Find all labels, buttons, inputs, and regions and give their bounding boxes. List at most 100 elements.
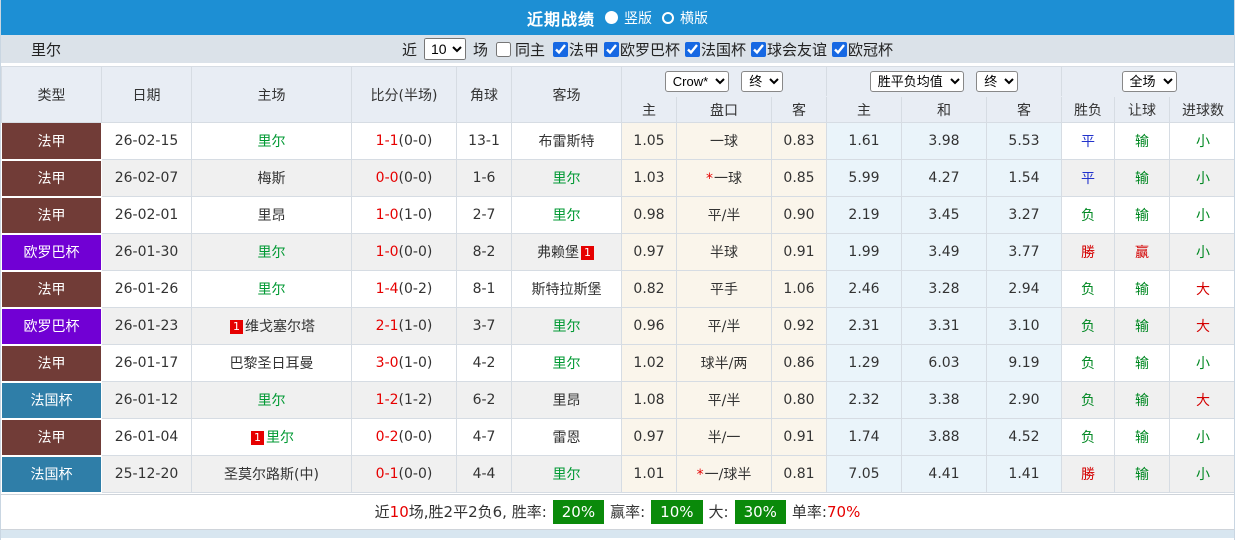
score-cell: 0-1(0-0)	[351, 455, 457, 493]
away-team-cell: 里尔	[511, 196, 622, 234]
home-team-cell: 里尔	[191, 270, 352, 308]
team-name: 里尔	[31, 40, 62, 59]
team-name-text: 圣莫尔路斯(中)	[224, 467, 319, 483]
radio-unselected-icon[interactable]	[662, 11, 674, 24]
avg-away-cell: 2.94	[986, 270, 1062, 308]
avg-away-cell: 3.27	[986, 196, 1062, 234]
league-checkbox-0[interactable]	[552, 41, 568, 57]
avg-draw-cell: 3.45	[901, 196, 987, 234]
avg-away-cell: 3.10	[986, 307, 1062, 345]
table-row: 法甲 26-02-01 里昂 1-0(1-0) 2-7 里尔 0.98 平/半 …	[1, 196, 1234, 235]
corner-cell: 4-7	[456, 418, 512, 456]
corner-cell: 4-2	[456, 344, 512, 382]
results-table: 类型 日期 主场 比分(半场) 角球 客场 Crow* 终 胜平负均值 终 全场	[1, 66, 1234, 494]
odds-time-select[interactable]: 终	[741, 71, 784, 92]
odds-away-cell: 0.81	[771, 455, 827, 493]
away-team-cell: 里尔	[511, 307, 622, 345]
league-type-cell: 法甲	[1, 122, 102, 161]
odds-away-cell: 0.80	[771, 381, 827, 419]
date-cell: 26-01-26	[101, 270, 192, 308]
league-checkbox-4[interactable]	[832, 41, 848, 57]
col-header-avg-away: 客	[986, 96, 1062, 123]
handicap-result-cell: 输	[1114, 418, 1170, 456]
radio-selected-icon[interactable]	[605, 11, 618, 24]
league-checkbox-label: 法国杯	[701, 40, 747, 59]
date-cell: 26-01-04	[101, 418, 192, 456]
summary-prefix: 近	[374, 503, 390, 521]
avg-draw-cell: 3.28	[901, 270, 987, 308]
odds-away-cell: 0.90	[771, 196, 827, 234]
result-cell: 负	[1061, 381, 1115, 419]
result-cell: 负	[1061, 270, 1115, 308]
date-cell: 26-01-23	[101, 307, 192, 345]
result-cell: 负	[1061, 344, 1115, 382]
radio-horizontal-label: 横版	[680, 10, 708, 27]
team-name-text: 梅斯	[257, 171, 286, 187]
handicap-cell: *一球	[676, 159, 772, 197]
odds-away-cell: 0.91	[771, 233, 827, 271]
league-checkbox-label: 欧罗巴杯	[620, 40, 681, 59]
matches-label: 场	[472, 40, 488, 59]
team-name-text: 弗赖堡	[537, 245, 579, 261]
recent-count-select[interactable]: 10	[423, 38, 466, 60]
avg-draw-cell: 4.41	[901, 455, 987, 493]
rank-badge: 1	[251, 431, 264, 445]
score-cell: 3-0(1-0)	[351, 344, 457, 382]
avg-odds-select[interactable]: 胜平负均值	[869, 71, 964, 92]
league-checkbox-label: 欧冠杯	[848, 40, 894, 59]
goals-cell: 小	[1168, 418, 1234, 456]
team-name-text: 里昂	[552, 393, 581, 409]
home-team-cell: 梅斯	[191, 159, 352, 197]
table-row: 法甲 26-01-04 1 里尔 0-2(0-0) 4-7 雷恩 0.97 半/一…	[1, 418, 1234, 457]
home-team-cell: 1 维戈塞尔塔	[191, 307, 352, 345]
col-header-home: 主场	[191, 66, 352, 123]
away-team-cell: 雷恩	[511, 418, 622, 456]
away-team-cell: 里尔	[511, 344, 622, 382]
radio-vertical-label: 竖版	[624, 10, 652, 27]
handicap-cell: 平/半	[676, 381, 772, 419]
avg-time-select[interactable]: 终	[976, 71, 1019, 92]
handicap-cell: 平/半	[676, 196, 772, 234]
league-checkbox-2[interactable]	[685, 41, 701, 57]
table-row: 法国杯 26-01-12 里尔 1-2(1-2) 6-2 里昂 1.08 平/半…	[1, 381, 1234, 420]
avg-away-cell: 1.54	[986, 159, 1062, 197]
bottom-strip	[1, 529, 1234, 538]
league-type-cell: 法国杯	[1, 455, 102, 494]
scope-select[interactable]: 全场	[1121, 71, 1177, 92]
away-team-cell: 弗赖堡 1	[511, 233, 622, 271]
league-checkbox-3[interactable]	[751, 41, 767, 57]
away-team-cell: 里昂	[511, 381, 622, 419]
avg-draw-cell: 3.88	[901, 418, 987, 456]
handicap-result-cell: 输	[1114, 344, 1170, 382]
avg-draw-cell: 3.38	[901, 381, 987, 419]
avg-away-cell: 5.53	[986, 122, 1062, 160]
rank-badge: 1	[230, 320, 243, 334]
odds-company-select[interactable]: Crow*	[664, 71, 729, 92]
same-home-checkbox[interactable]	[495, 41, 511, 57]
table-row: 法甲 26-02-07 梅斯 0-0(0-0) 1-6 里尔 1.03 *一球 …	[1, 159, 1234, 198]
table-row: 法甲 26-01-26 里尔 1-4(0-2) 8-1 斯特拉斯堡 0.82 平…	[1, 270, 1234, 309]
date-cell: 26-02-07	[101, 159, 192, 197]
team-name-text: 维戈塞尔塔	[245, 319, 315, 335]
odds-home-cell: 1.03	[621, 159, 677, 197]
win-rate-badge: 20%	[552, 499, 605, 524]
layout-radio-vertical[interactable]: 竖版	[605, 8, 652, 28]
home-team-cell: 里尔	[191, 122, 352, 160]
score-cell: 1-0(1-0)	[351, 196, 457, 234]
date-cell: 26-01-12	[101, 381, 192, 419]
avg-home-cell: 2.31	[826, 307, 902, 345]
league-type-cell: 法甲	[1, 270, 102, 309]
col-header-type: 类型	[1, 66, 102, 123]
big-rate-badge: 30%	[734, 499, 786, 524]
away-team-cell: 里尔	[511, 159, 622, 197]
league-checkbox-1[interactable]	[604, 41, 619, 57]
filter-bar: 里尔 近 10 场 同主 法甲 欧罗巴杯 法国杯 球会友谊 欧冠杯	[1, 35, 1234, 66]
single-rate-value: 70%	[826, 502, 861, 521]
layout-radio-horizontal[interactable]: 横版	[662, 8, 708, 28]
table-row: 法国杯 25-12-20 圣莫尔路斯(中) 0-1(0-0) 4-4 里尔 1.…	[1, 455, 1234, 494]
page-title: 近期战绩	[526, 9, 595, 29]
league-checkboxes: 法甲 欧罗巴杯 法国杯 球会友谊 欧冠杯	[548, 39, 893, 60]
rank-badge: 1	[581, 246, 594, 260]
big-rate-label: 大:	[708, 503, 729, 521]
odds-home-cell: 0.97	[621, 233, 677, 271]
